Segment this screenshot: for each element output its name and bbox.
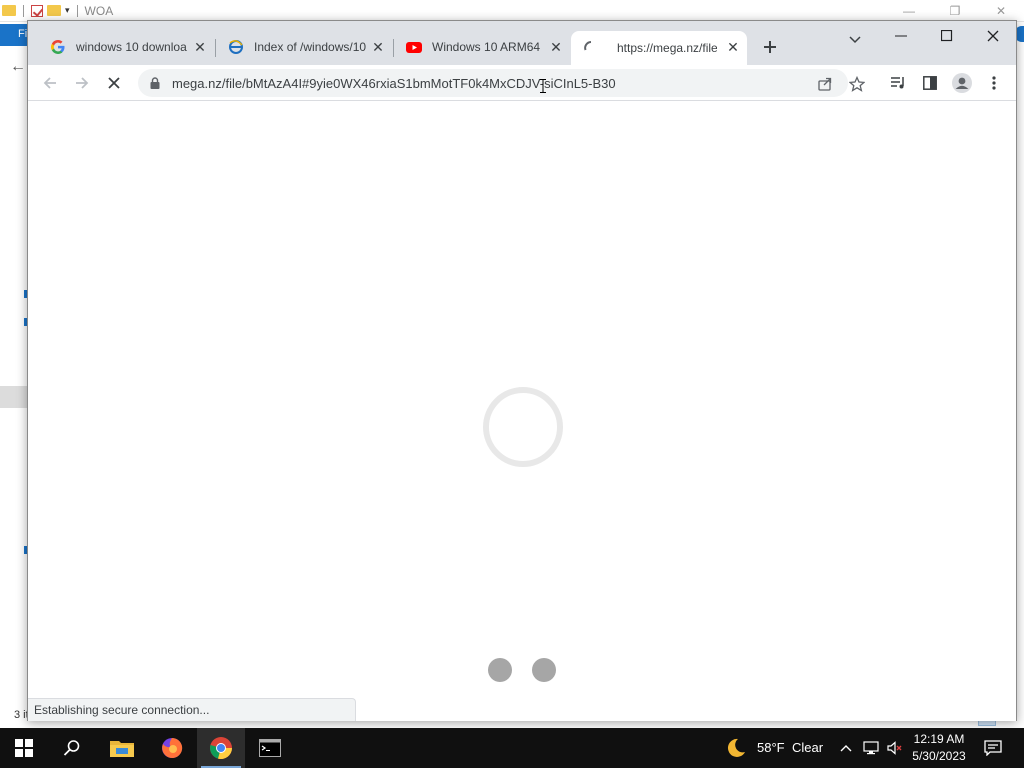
media-control-icon[interactable]: [884, 69, 912, 97]
tab-search-button[interactable]: [844, 29, 866, 51]
tab-title: https://mega.nz/file/: [617, 41, 717, 55]
explorer-window-title: WOA: [84, 3, 114, 18]
close-window-button[interactable]: [970, 21, 1016, 51]
explorer-restore-button[interactable]: ❐: [932, 0, 978, 22]
file-explorer-icon: [110, 741, 134, 757]
close-icon[interactable]: ✕: [548, 39, 564, 55]
loading-spinner: [483, 387, 563, 467]
clock-time: 12:19 AM: [913, 732, 965, 746]
taskbar-search-button[interactable]: [48, 728, 96, 768]
folder-icon: [2, 5, 16, 16]
close-icon[interactable]: ✕: [192, 39, 208, 55]
file-explorer-taskbar-button[interactable]: [98, 728, 146, 768]
properties-icon[interactable]: [31, 4, 43, 17]
volume-muted-icon: [887, 741, 902, 755]
minimize-button[interactable]: [878, 21, 924, 51]
new-tab-button[interactable]: [758, 35, 782, 59]
url-text[interactable]: mega.nz/file/bMtAzA4I#9yie0WX46rxiaS1bmM…: [172, 76, 616, 91]
bookmark-star-icon[interactable]: [848, 75, 866, 93]
page-content: Establishing secure connection...: [28, 102, 1016, 721]
side-panel-icon[interactable]: [916, 69, 944, 97]
google-icon: [50, 39, 66, 55]
address-bar[interactable]: mega.nz/file/bMtAzA4I#9yie0WX46rxiaS1bmM…: [138, 69, 848, 97]
back-button[interactable]: [36, 69, 64, 97]
ie-icon: [228, 39, 244, 55]
explorer-titlebar: ▾ WOA — ❐ ✕: [0, 0, 1024, 22]
terminal-taskbar-button[interactable]: [246, 728, 294, 768]
taskbar: 58°F Clear 12:19 AM 5/30/2023: [0, 728, 1024, 768]
status-bubble: Establishing secure connection...: [28, 698, 356, 721]
moon-icon: [727, 738, 745, 757]
network-icon: [863, 741, 879, 755]
explorer-minimize-button[interactable]: —: [886, 0, 932, 22]
tab-google-search[interactable]: windows 10 downloa ✕: [38, 31, 214, 63]
text-cursor-icon: [540, 79, 546, 93]
start-button[interactable]: [0, 728, 48, 768]
loading-icon: [583, 40, 599, 56]
chevron-up-icon: [840, 745, 852, 752]
search-icon: [63, 740, 80, 756]
tab-title: Windows 10 ARM64: [432, 40, 541, 54]
close-icon[interactable]: ✕: [370, 39, 386, 55]
firefox-icon: [162, 737, 183, 758]
weather-widget[interactable]: [714, 728, 758, 768]
quick-access-dropdown-icon[interactable]: ▾: [65, 5, 70, 16]
firefox-taskbar-button[interactable]: [148, 728, 196, 768]
share-icon[interactable]: [816, 75, 834, 93]
explorer-file-tab[interactable]: Fi: [0, 24, 30, 46]
explorer-sidebar-selected-item[interactable]: [0, 386, 28, 408]
tab-title: windows 10 downloa: [76, 40, 187, 54]
weather-description[interactable]: Clear: [792, 740, 823, 755]
chrome-window: windows 10 downloa ✕ Index of /windows/1…: [27, 20, 1017, 721]
close-icon[interactable]: ✕: [725, 39, 741, 55]
lock-icon[interactable]: [148, 76, 162, 90]
tab-title: Index of /windows/10: [254, 40, 367, 54]
browser-toolbar: mega.nz/file/bMtAzA4I#9yie0WX46rxiaS1bmM…: [28, 65, 1016, 101]
network-tray-icon[interactable]: [860, 728, 882, 768]
tab-mega-file[interactable]: https://mega.nz/file/ ✕: [571, 31, 747, 65]
action-center-button[interactable]: [978, 728, 1008, 768]
volume-tray-icon[interactable]: [884, 728, 906, 768]
explorer-back-icon[interactable]: ←: [10, 58, 26, 76]
clock-date: 5/30/2023: [912, 749, 966, 763]
weather-temperature[interactable]: 58°F: [757, 740, 785, 755]
new-folder-icon[interactable]: [47, 5, 61, 16]
explorer-close-button[interactable]: ✕: [978, 0, 1024, 22]
chrome-icon: [210, 737, 233, 760]
taskbar-clock[interactable]: 12:19 AM 5/30/2023: [906, 731, 972, 765]
loading-dot: [532, 658, 556, 682]
tab-youtube-windows-arm64[interactable]: Windows 10 ARM64 ✕: [394, 31, 570, 63]
tab-strip: windows 10 downloa ✕ Index of /windows/1…: [28, 21, 1016, 65]
chrome-taskbar-button[interactable]: [197, 728, 245, 768]
profile-avatar-icon[interactable]: [948, 69, 976, 97]
youtube-icon: [406, 39, 422, 55]
start-icon: [15, 739, 33, 757]
chrome-menu-icon[interactable]: [980, 69, 1008, 97]
show-hidden-icons-button[interactable]: [836, 728, 856, 768]
maximize-button[interactable]: [924, 21, 970, 51]
forward-button[interactable]: [68, 69, 96, 97]
loading-dot: [488, 658, 512, 682]
stop-loading-button[interactable]: [100, 69, 128, 97]
terminal-icon: [259, 739, 281, 757]
notification-icon: [984, 740, 1002, 756]
tab-index-of-windows[interactable]: Index of /windows/10 ✕: [216, 31, 392, 63]
